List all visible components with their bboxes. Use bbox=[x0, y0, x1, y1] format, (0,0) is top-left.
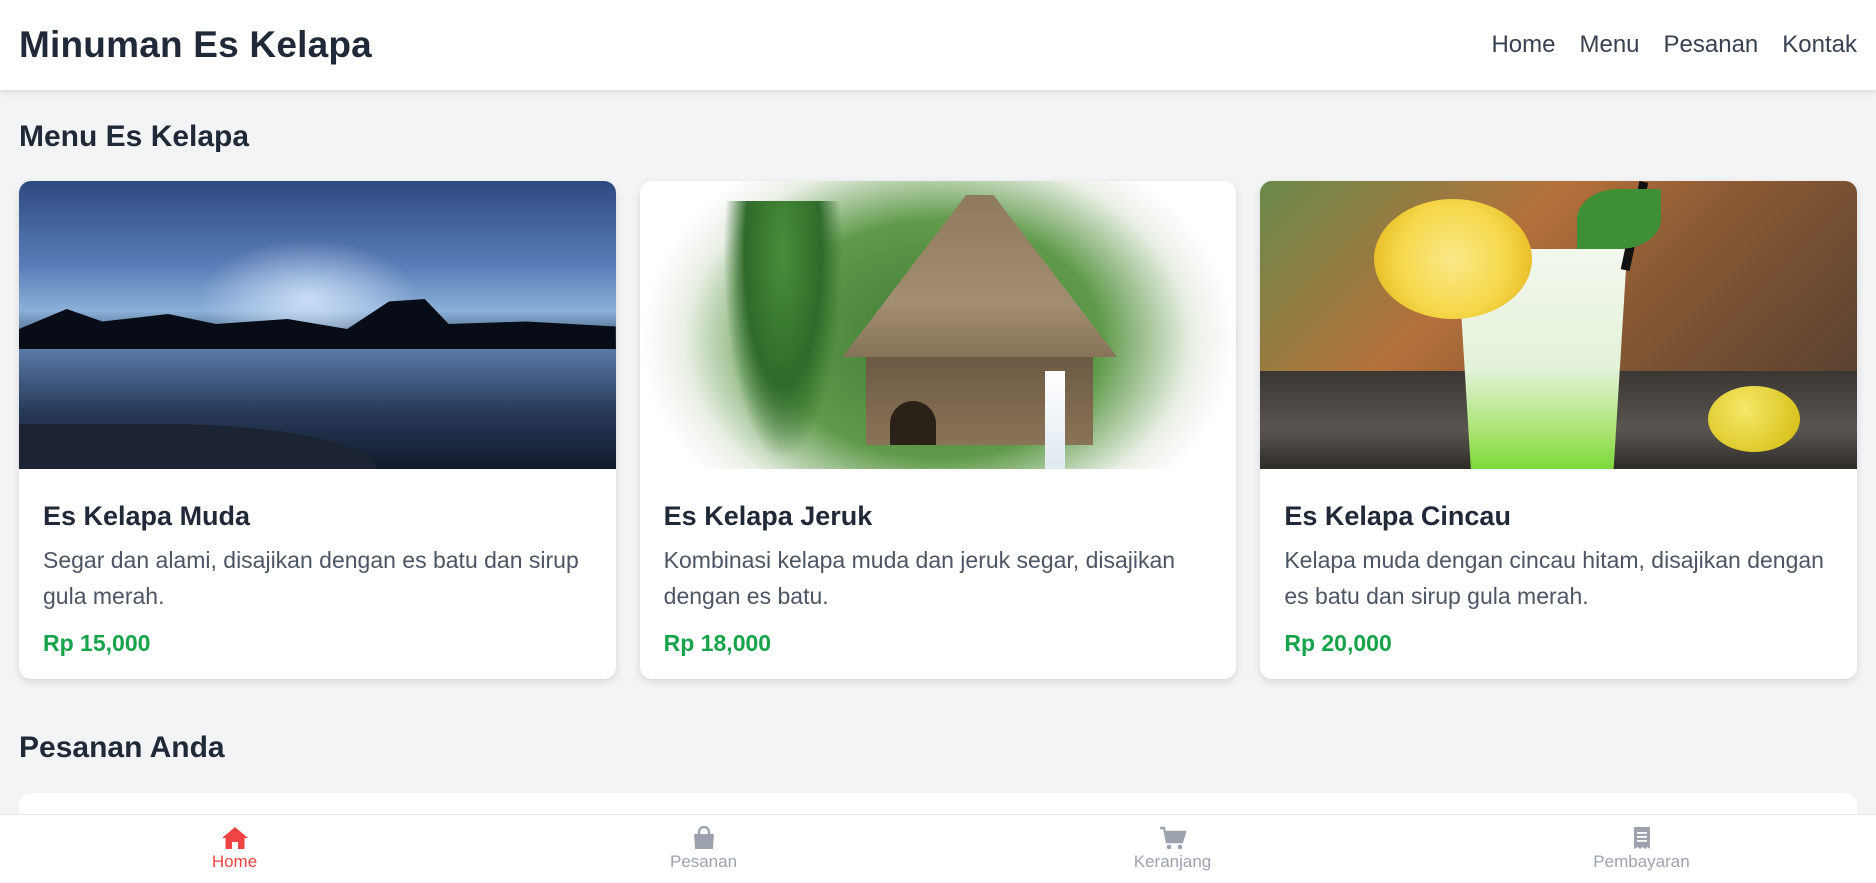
bottom-nav-home[interactable]: Home bbox=[0, 815, 469, 883]
bottom-nav-payment[interactable]: Pembayaran bbox=[1407, 815, 1876, 883]
bottom-nav-orders[interactable]: Pesanan bbox=[469, 815, 938, 883]
orders-section-title: Pesanan Anda bbox=[19, 731, 225, 764]
bottom-nav-cart[interactable]: Keranjang bbox=[938, 815, 1407, 883]
product-price: Rp 20,000 bbox=[1284, 630, 1392, 656]
receipt-icon bbox=[1633, 827, 1650, 849]
cart-icon bbox=[1159, 826, 1187, 850]
nav-menu-link[interactable]: Menu bbox=[1579, 31, 1639, 59]
main-nav: Home Menu Pesanan Kontak bbox=[1491, 31, 1857, 59]
product-description: Kombinasi kelapa muda dan jeruk segar, d… bbox=[663, 547, 1176, 609]
product-image bbox=[19, 181, 616, 469]
product-name: Es Kelapa Muda bbox=[43, 501, 251, 531]
nav-orders-link[interactable]: Pesanan bbox=[1664, 31, 1759, 59]
nav-home-link[interactable]: Home bbox=[1491, 31, 1555, 59]
product-price: Rp 15,000 bbox=[43, 630, 151, 656]
product-name: Es Kelapa Jeruk bbox=[663, 501, 873, 531]
bottom-nav: Home Pesanan Keranjang Pembayaran bbox=[0, 814, 1876, 883]
product-image bbox=[639, 181, 1237, 469]
menu-card[interactable]: Es Kelapa Jeruk Kombinasi kelapa muda da… bbox=[639, 181, 1237, 679]
brand-title[interactable]: Minuman Es Kelapa bbox=[19, 24, 372, 66]
product-price: Rp 18,000 bbox=[663, 630, 772, 656]
bottom-nav-label: Pesanan bbox=[669, 852, 738, 871]
product-name: Es Kelapa Cincau bbox=[1284, 501, 1511, 531]
menu-card[interactable]: Es Kelapa Cincau Kelapa muda dengan cinc… bbox=[1260, 181, 1858, 679]
product-description: Segar dan alami, disajikan dengan es bat… bbox=[43, 547, 579, 609]
top-navbar: Minuman Es Kelapa Home Menu Pesanan Kont… bbox=[0, 0, 1876, 90]
menu-card-list: Es Kelapa Muda Segar dan alami, disajika… bbox=[19, 181, 1858, 679]
bottom-nav-label: Pembayaran bbox=[1593, 852, 1690, 871]
bottom-nav-label: Keranjang bbox=[1133, 852, 1212, 871]
shopping-bag-icon bbox=[693, 826, 714, 849]
product-image bbox=[1260, 181, 1858, 469]
nav-contact-link[interactable]: Kontak bbox=[1782, 31, 1857, 59]
product-description: Kelapa muda dengan cincau hitam, disajik… bbox=[1284, 547, 1824, 609]
bottom-nav-label: Home bbox=[211, 852, 258, 871]
menu-card[interactable]: Es Kelapa Muda Segar dan alami, disajika… bbox=[19, 181, 616, 679]
menu-section-title: Menu Es Kelapa bbox=[19, 120, 250, 153]
home-icon bbox=[221, 827, 248, 849]
